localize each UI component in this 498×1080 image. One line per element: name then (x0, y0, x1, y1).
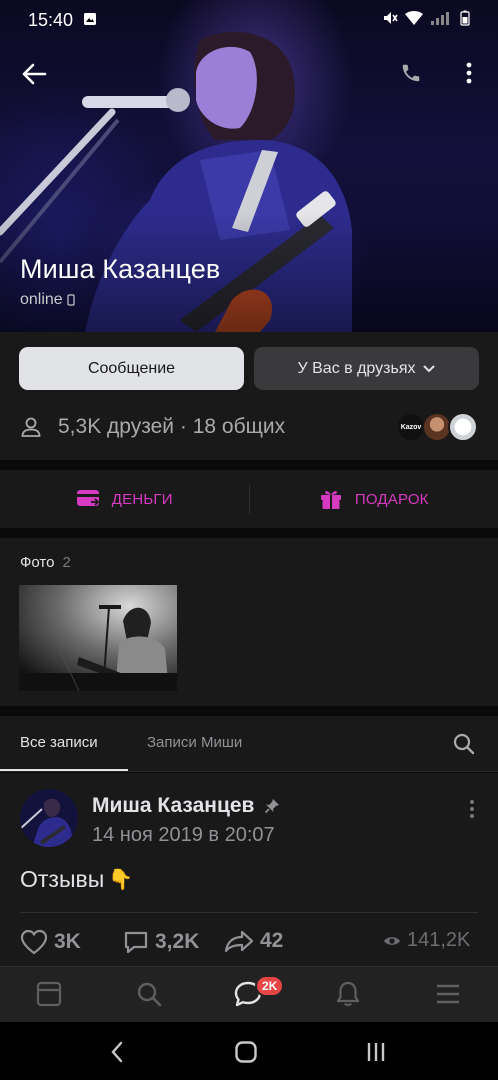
photo-thumbnail[interactable] (19, 585, 177, 691)
share-icon (224, 930, 254, 953)
money-button[interactable]: ДЕНЬГИ (0, 470, 249, 528)
chevron-down-icon (423, 365, 435, 372)
call-button[interactable] (396, 58, 426, 88)
profile-actions: Сообщение У Вас в друзьях 5,3K друзей · … (0, 332, 498, 460)
wallet-icon (76, 490, 100, 506)
share-count: 42 (260, 929, 284, 952)
more-button[interactable] (456, 58, 482, 88)
wall-tabs: Все записи Записи Миши (0, 716, 498, 772)
photos-section: Фото 2 (0, 538, 498, 706)
more-vertical-icon (466, 62, 472, 84)
post-menu-button[interactable] (462, 797, 482, 821)
messages-badge: 2K (255, 975, 285, 997)
like-button[interactable]: 3K (20, 929, 81, 955)
home-icon (235, 1041, 257, 1063)
post-author[interactable]: Миша Казанцев (92, 794, 280, 818)
post-text: Отзывы 👇 (20, 866, 133, 893)
system-recents-button[interactable] (363, 1039, 389, 1065)
bell-icon (336, 981, 360, 1006)
pointing-down-emoji: 👇 (108, 869, 134, 891)
gift-button[interactable]: ПОДАРОК (250, 470, 498, 528)
post-actions: 3K 3,2K 42 141,2K (0, 923, 498, 959)
like-count: 3K (54, 930, 81, 953)
divider (20, 912, 478, 913)
concert-photo (19, 585, 177, 691)
mutual-friend-avatar-text: Kazov (400, 423, 422, 431)
friend-status-label: У Вас в друзьях (297, 359, 416, 377)
avatar-image (20, 789, 78, 847)
app-tab-bar: 2K (0, 966, 498, 1022)
search-icon (453, 733, 475, 755)
tab-menu[interactable] (433, 979, 463, 1009)
mobile-device-icon (67, 294, 75, 306)
money-label: ДЕНЬГИ (111, 490, 173, 508)
menu-icon (437, 984, 459, 1004)
news-icon (36, 981, 62, 1007)
share-button[interactable]: 42 (224, 929, 283, 953)
online-status-label: online (20, 291, 63, 308)
tab-owner-posts[interactable]: Записи Миши (147, 734, 242, 751)
chevron-left-icon (111, 1041, 123, 1063)
comment-icon (124, 931, 148, 954)
person-icon (21, 417, 41, 437)
gift-label: ПОДАРОК (354, 490, 429, 508)
battery-icon (460, 10, 470, 31)
post-author-avatar[interactable] (20, 789, 78, 847)
message-button[interactable]: Сообщение (19, 347, 244, 390)
friends-count: 5,3K друзей · 18 общих (58, 415, 286, 438)
active-tab-indicator (0, 769, 128, 771)
status-icons (382, 10, 470, 31)
status-bar: 15:40 (0, 0, 498, 40)
system-home-button[interactable] (233, 1039, 259, 1065)
photos-title: Фото (20, 554, 55, 571)
mutual-friends-avatars: Kazov (396, 412, 478, 442)
photos-count: 2 (62, 554, 71, 571)
post-date: 14 ноя 2019 в 20:07 (92, 824, 275, 846)
pin-icon (265, 799, 280, 814)
search-icon (137, 982, 162, 1007)
heart-icon (20, 929, 48, 955)
gift-icon (320, 491, 341, 509)
mute-icon (382, 10, 398, 31)
phone-icon (402, 64, 420, 82)
system-back-button[interactable] (104, 1039, 130, 1065)
wifi-icon (404, 10, 424, 31)
tab-notifications[interactable] (333, 979, 363, 1009)
photos-header[interactable]: Фото 2 (20, 554, 71, 571)
mutual-friend-avatar (448, 412, 478, 442)
tab-all-posts[interactable]: Все записи (20, 734, 98, 751)
profile-online-status: online (20, 291, 75, 309)
back-arrow-icon (22, 63, 47, 85)
profile-top-nav (0, 52, 498, 92)
tab-news[interactable] (34, 979, 64, 1009)
payments-row: ДЕНЬГИ ПОДАРОК (0, 470, 498, 528)
tab-search[interactable] (134, 979, 164, 1009)
post-author-name: Миша Казанцев (92, 794, 255, 817)
wall-search-button[interactable] (452, 732, 476, 756)
system-navigation-bar (0, 1022, 498, 1080)
post-text-content: Отзывы (20, 866, 105, 892)
views-counter: 141,2K (383, 929, 470, 952)
comment-count: 3,2K (155, 930, 200, 953)
back-button[interactable] (18, 58, 50, 90)
friend-status-button[interactable]: У Вас в друзьях (254, 347, 479, 390)
friends-row[interactable]: 5,3K друзей · 18 общих Kazov (0, 402, 498, 452)
comment-button[interactable]: 3,2K (123, 929, 199, 955)
recents-icon (367, 1043, 385, 1061)
wall-post: Миша Казанцев 14 ноя 2019 в 20:07 Отзывы… (0, 773, 498, 966)
more-vertical-icon (470, 800, 474, 818)
status-time: 15:40 (28, 9, 74, 30)
views-count: 141,2K (407, 929, 471, 951)
eye-icon (384, 936, 400, 945)
profile-name: Миша Казанцев (20, 254, 221, 284)
gallery-notification-icon (83, 10, 97, 31)
signal-icon (430, 10, 454, 31)
